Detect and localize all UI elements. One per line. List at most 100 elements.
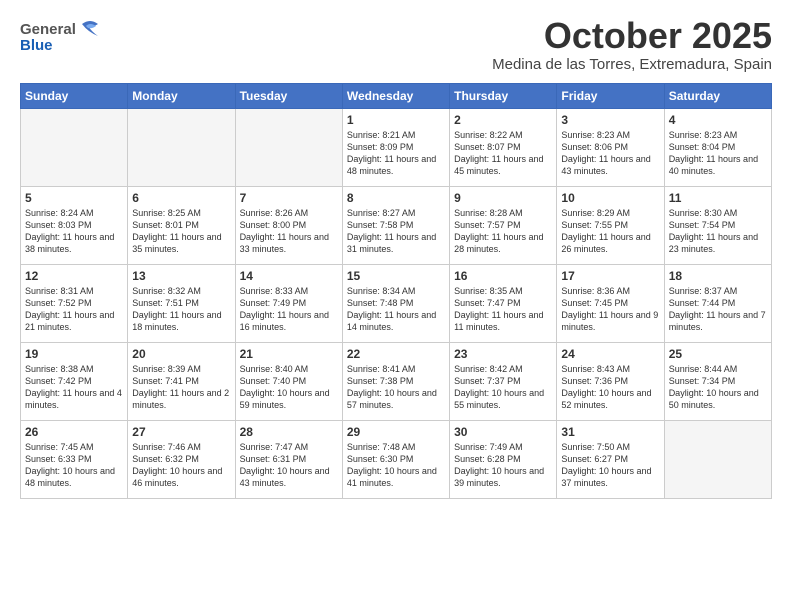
day-number: 2 — [454, 113, 552, 127]
day-number: 28 — [240, 425, 338, 439]
day-number: 21 — [240, 347, 338, 361]
day-cell: 18 Sunrise: 8:37 AM Sunset: 7:44 PM Dayli… — [664, 264, 771, 342]
day-cell: 13Sunrise: 8:32 AM Sunset: 7:51 PM Dayli… — [128, 264, 235, 342]
day-number: 14 — [240, 269, 338, 283]
week-row-3: 12Sunrise: 8:31 AM Sunset: 7:52 PM Dayli… — [21, 264, 772, 342]
day-cell: 15 Sunrise: 8:34 AM Sunset: 7:48 PM Dayli… — [342, 264, 449, 342]
day-number: 20 — [132, 347, 230, 361]
day-cell: 20Sunrise: 8:39 AM Sunset: 7:41 PM Dayli… — [128, 342, 235, 420]
svg-text:General: General — [20, 21, 76, 38]
day-number: 27 — [132, 425, 230, 439]
day-cell — [21, 108, 128, 186]
day-number: 22 — [347, 347, 445, 361]
page: General Blue October 2025 Medina de las … — [0, 0, 792, 612]
day-number: 4 — [669, 113, 767, 127]
day-cell: 23Sunrise: 8:42 AM Sunset: 7:37 PM Dayli… — [450, 342, 557, 420]
col-header-friday: Friday — [557, 83, 664, 108]
day-cell: 31 Sunrise: 7:50 AM Sunset: 6:27 PM Dayli… — [557, 420, 664, 498]
day-info: Sunrise: 7:50 AM Sunset: 6:27 PM Dayligh… — [561, 441, 659, 490]
day-info: Sunrise: 8:37 AM Sunset: 7:44 PM Dayligh… — [669, 285, 767, 334]
day-info: Sunrise: 8:43 AM Sunset: 7:36 PM Dayligh… — [561, 363, 659, 412]
day-number: 23 — [454, 347, 552, 361]
week-row-5: 26 Sunrise: 7:45 AM Sunset: 6:33 PM Dayli… — [21, 420, 772, 498]
day-number: 25 — [669, 347, 767, 361]
day-number: 8 — [347, 191, 445, 205]
day-info: Sunrise: 8:40 AM Sunset: 7:40 PM Dayligh… — [240, 363, 338, 412]
day-cell: 29 Sunrise: 7:48 AM Sunset: 6:30 PM Dayli… — [342, 420, 449, 498]
day-info: Sunrise: 8:28 AM Sunset: 7:57 PM Dayligh… — [454, 207, 552, 256]
day-info: Sunrise: 8:34 AM Sunset: 7:48 PM Dayligh… — [347, 285, 445, 334]
day-info: Sunrise: 7:49 AM Sunset: 6:28 PM Dayligh… — [454, 441, 552, 490]
day-cell: 17 Sunrise: 8:36 AM Sunset: 7:45 PM Dayli… — [557, 264, 664, 342]
day-number: 5 — [25, 191, 123, 205]
day-cell: 16 Sunrise: 8:35 AM Sunset: 7:47 PM Dayli… — [450, 264, 557, 342]
day-cell: 30Sunrise: 7:49 AM Sunset: 6:28 PM Dayli… — [450, 420, 557, 498]
day-number: 16 — [454, 269, 552, 283]
day-info: Sunrise: 7:45 AM Sunset: 6:33 PM Dayligh… — [25, 441, 123, 490]
day-info: Sunrise: 8:35 AM Sunset: 7:47 PM Dayligh… — [454, 285, 552, 334]
day-cell: 24 Sunrise: 8:43 AM Sunset: 7:36 PM Dayli… — [557, 342, 664, 420]
day-info: Sunrise: 8:27 AM Sunset: 7:58 PM Dayligh… — [347, 207, 445, 256]
location-subtitle: Medina de las Torres, Extremadura, Spain — [492, 56, 772, 73]
day-number: 18 — [669, 269, 767, 283]
day-cell: 19 Sunrise: 8:38 AM Sunset: 7:42 PM Dayli… — [21, 342, 128, 420]
day-number: 29 — [347, 425, 445, 439]
day-cell: 26 Sunrise: 7:45 AM Sunset: 6:33 PM Dayli… — [21, 420, 128, 498]
week-row-2: 5Sunrise: 8:24 AM Sunset: 8:03 PM Daylig… — [21, 186, 772, 264]
day-info: Sunrise: 8:31 AM Sunset: 7:52 PM Dayligh… — [25, 285, 123, 334]
col-header-tuesday: Tuesday — [235, 83, 342, 108]
title-block: October 2025 Medina de las Torres, Extre… — [492, 16, 772, 73]
day-number: 24 — [561, 347, 659, 361]
day-number: 17 — [561, 269, 659, 283]
day-cell: 22 Sunrise: 8:41 AM Sunset: 7:38 PM Dayli… — [342, 342, 449, 420]
day-cell: 3 Sunrise: 8:23 AM Sunset: 8:06 PM Daylig… — [557, 108, 664, 186]
day-cell: 27 Sunrise: 7:46 AM Sunset: 6:32 PM Dayli… — [128, 420, 235, 498]
day-cell — [664, 420, 771, 498]
day-number: 1 — [347, 113, 445, 127]
day-info: Sunrise: 7:48 AM Sunset: 6:30 PM Dayligh… — [347, 441, 445, 490]
day-info: Sunrise: 7:47 AM Sunset: 6:31 PM Dayligh… — [240, 441, 338, 490]
day-cell: 10 Sunrise: 8:29 AM Sunset: 7:55 PM Dayli… — [557, 186, 664, 264]
day-cell: 4 Sunrise: 8:23 AM Sunset: 8:04 PM Daylig… — [664, 108, 771, 186]
day-info: Sunrise: 8:21 AM Sunset: 8:09 PM Dayligh… — [347, 129, 445, 178]
day-info: Sunrise: 8:23 AM Sunset: 8:06 PM Dayligh… — [561, 129, 659, 178]
col-header-wednesday: Wednesday — [342, 83, 449, 108]
day-number: 11 — [669, 191, 767, 205]
day-number: 26 — [25, 425, 123, 439]
logo: General Blue — [20, 16, 110, 56]
day-number: 19 — [25, 347, 123, 361]
day-info: Sunrise: 8:44 AM Sunset: 7:34 PM Dayligh… — [669, 363, 767, 412]
day-cell: 6 Sunrise: 8:25 AM Sunset: 8:01 PM Daylig… — [128, 186, 235, 264]
day-cell: 28 Sunrise: 7:47 AM Sunset: 6:31 PM Dayli… — [235, 420, 342, 498]
day-info: Sunrise: 8:29 AM Sunset: 7:55 PM Dayligh… — [561, 207, 659, 256]
day-cell — [128, 108, 235, 186]
day-cell: 7Sunrise: 8:26 AM Sunset: 8:00 PM Daylig… — [235, 186, 342, 264]
day-info: Sunrise: 8:36 AM Sunset: 7:45 PM Dayligh… — [561, 285, 659, 334]
day-number: 15 — [347, 269, 445, 283]
col-header-sunday: Sunday — [21, 83, 128, 108]
day-cell: 11 Sunrise: 8:30 AM Sunset: 7:54 PM Dayli… — [664, 186, 771, 264]
day-info: Sunrise: 8:30 AM Sunset: 7:54 PM Dayligh… — [669, 207, 767, 256]
day-cell: 5Sunrise: 8:24 AM Sunset: 8:03 PM Daylig… — [21, 186, 128, 264]
day-cell: 14 Sunrise: 8:33 AM Sunset: 7:49 PM Dayli… — [235, 264, 342, 342]
day-info: Sunrise: 8:32 AM Sunset: 7:51 PM Dayligh… — [132, 285, 230, 334]
day-info: Sunrise: 7:46 AM Sunset: 6:32 PM Dayligh… — [132, 441, 230, 490]
day-info: Sunrise: 8:33 AM Sunset: 7:49 PM Dayligh… — [240, 285, 338, 334]
svg-text:Blue: Blue — [20, 37, 53, 54]
day-number: 6 — [132, 191, 230, 205]
day-cell: 12Sunrise: 8:31 AM Sunset: 7:52 PM Dayli… — [21, 264, 128, 342]
day-cell: 25 Sunrise: 8:44 AM Sunset: 7:34 PM Dayli… — [664, 342, 771, 420]
day-info: Sunrise: 8:25 AM Sunset: 8:01 PM Dayligh… — [132, 207, 230, 256]
day-info: Sunrise: 8:41 AM Sunset: 7:38 PM Dayligh… — [347, 363, 445, 412]
day-number: 7 — [240, 191, 338, 205]
day-info: Sunrise: 8:38 AM Sunset: 7:42 PM Dayligh… — [25, 363, 123, 412]
day-number: 3 — [561, 113, 659, 127]
col-header-thursday: Thursday — [450, 83, 557, 108]
day-info: Sunrise: 8:23 AM Sunset: 8:04 PM Dayligh… — [669, 129, 767, 178]
week-row-4: 19 Sunrise: 8:38 AM Sunset: 7:42 PM Dayli… — [21, 342, 772, 420]
header-row: SundayMondayTuesdayWednesdayThursdayFrid… — [21, 83, 772, 108]
day-number: 10 — [561, 191, 659, 205]
day-number: 31 — [561, 425, 659, 439]
day-cell: 8 Sunrise: 8:27 AM Sunset: 7:58 PM Daylig… — [342, 186, 449, 264]
header: General Blue October 2025 Medina de las … — [20, 16, 772, 73]
